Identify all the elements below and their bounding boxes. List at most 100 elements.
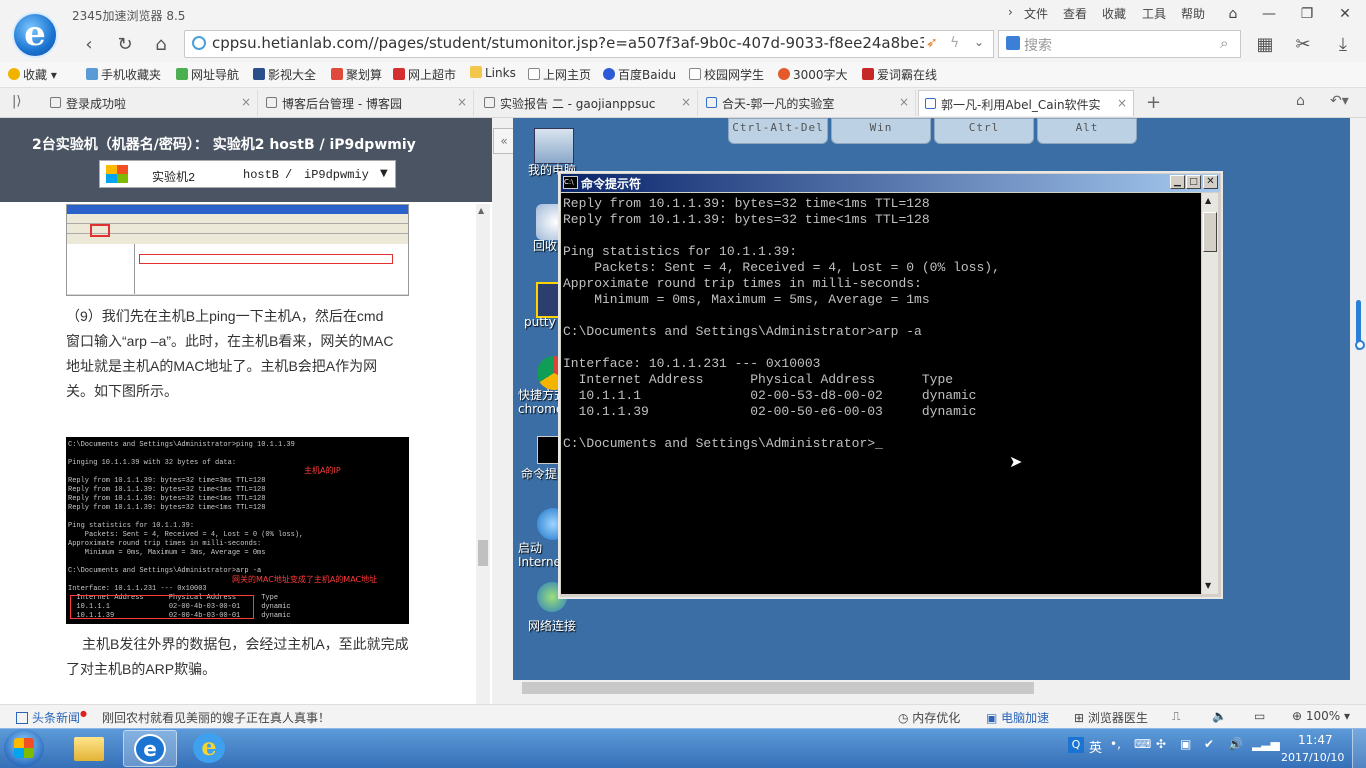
- network-tray-icon[interactable]: ▂▃▅: [1252, 737, 1280, 751]
- cmd-scroll-down-icon[interactable]: ▼: [1205, 581, 1211, 590]
- bookmark-favorites[interactable]: 收藏 ▾: [8, 66, 57, 83]
- apps-grid-icon[interactable]: ▦: [1252, 32, 1278, 58]
- windows-start-icon: [14, 738, 34, 758]
- bookmark-item[interactable]: 上网主页: [528, 66, 591, 83]
- zoom-icon: ⊕: [1292, 709, 1306, 723]
- tool-icon[interactable]: ✣: [1156, 737, 1166, 751]
- collapse-left-button[interactable]: «: [493, 128, 515, 154]
- undo-close-icon[interactable]: ↶▾: [1330, 93, 1349, 109]
- pc-speedup[interactable]: ▣ 电脑加速: [986, 709, 1049, 726]
- bookmark-item[interactable]: 爱词霸在线: [862, 66, 937, 83]
- bookmark-item[interactable]: 影视大全: [253, 66, 316, 83]
- search-input[interactable]: 搜索: [1024, 35, 1052, 55]
- keyboard-icon[interactable]: ⌨: [1134, 737, 1151, 751]
- clock-date[interactable]: 2017/10/10: [1281, 751, 1344, 764]
- chevron-down-icon[interactable]: ▼: [380, 168, 388, 179]
- alt-key[interactable]: Alt: [1037, 118, 1137, 144]
- home-icon[interactable]: ⌂: [148, 32, 174, 58]
- ctrl-key[interactable]: Ctrl: [934, 118, 1034, 144]
- restore-button[interactable]: ❐: [1294, 4, 1320, 24]
- menu-file[interactable]: 文件: [1024, 5, 1048, 22]
- left-scrollbar-thumb[interactable]: [478, 540, 488, 566]
- bookmark-icon: [778, 68, 790, 80]
- close-tab-icon[interactable]: ×: [1117, 96, 1127, 110]
- rocket-icon[interactable]: ➶: [926, 35, 938, 51]
- ime-punct-icon[interactable]: •,: [1110, 737, 1121, 751]
- cmd-scroll-up-icon[interactable]: ▲: [1205, 196, 1211, 205]
- tab-home-icon[interactable]: ⌂: [1296, 93, 1305, 109]
- volume-tray-icon[interactable]: 🔊: [1228, 737, 1243, 751]
- bookmark-item[interactable]: 校园网学生: [689, 66, 764, 83]
- taskbar-2345-browser[interactable]: e: [123, 730, 177, 767]
- scroll-up-icon[interactable]: ▲: [478, 206, 484, 215]
- bookmark-item[interactable]: 网址导航: [176, 66, 239, 83]
- zoom-control[interactable]: ⊕ 100% ▾: [1292, 709, 1350, 723]
- scissors-icon[interactable]: ✂: [1290, 32, 1316, 58]
- url-dropdown-icon[interactable]: ⌄: [974, 35, 984, 49]
- news-label[interactable]: 头条新闻●: [16, 709, 87, 726]
- close-tab-icon[interactable]: ×: [241, 95, 251, 109]
- menu-help[interactable]: 帮助: [1181, 5, 1205, 22]
- menu-favorites[interactable]: 收藏: [1102, 5, 1126, 22]
- bookmark-item[interactable]: Links: [470, 66, 516, 80]
- refresh-icon[interactable]: ↻: [112, 32, 138, 58]
- new-tab-icon[interactable]: +: [1146, 92, 1161, 113]
- speedup-icon: ▣: [986, 711, 1002, 725]
- bookmark-item[interactable]: 手机收藏夹: [86, 66, 161, 83]
- cmd-scrollbar-thumb[interactable]: [1203, 212, 1217, 252]
- close-button[interactable]: ✕: [1332, 4, 1358, 24]
- search-engine-icon[interactable]: [1006, 36, 1020, 50]
- my-computer-icon[interactable]: [534, 128, 574, 164]
- win-key[interactable]: Win: [831, 118, 931, 144]
- cmd-titlebar[interactable]: [561, 174, 1220, 192]
- news-headline[interactable]: 刚回农村就看见美丽的嫂子正在真人真事！: [102, 709, 330, 726]
- cmd-line: [563, 340, 1000, 356]
- vm-horizontal-thumb[interactable]: [522, 682, 1034, 694]
- show-desktop-button[interactable]: [1352, 729, 1366, 768]
- memory-optimize[interactable]: ◷ 内存优化: [898, 709, 960, 726]
- tray-icon[interactable]: ▣: [1180, 737, 1191, 751]
- menu-view[interactable]: 查看: [1063, 5, 1087, 22]
- volume-icon[interactable]: 🔈: [1212, 709, 1227, 723]
- left-scrollbar[interactable]: [476, 204, 490, 704]
- sidebar-toggle-icon[interactable]: |⟩: [12, 94, 21, 109]
- browser-doctor[interactable]: ⊞ 浏览器医生: [1074, 709, 1148, 726]
- minimize-button[interactable]: —: [1256, 4, 1282, 24]
- menu-tools[interactable]: 工具: [1142, 5, 1166, 22]
- bookmark-item[interactable]: 聚划算: [331, 66, 382, 83]
- desktop-label: putty: [524, 315, 556, 329]
- tab-blog-admin[interactable]: 博客后台管理 - 博客园 ×: [260, 90, 474, 116]
- menu-chevron-icon[interactable]: ›: [1008, 5, 1013, 19]
- tab-report[interactable]: 实验报告 二 - gaojianppsuc ×: [478, 90, 698, 116]
- search-icon[interactable]: ⌕: [1220, 34, 1228, 52]
- clock-time[interactable]: 11:47: [1298, 733, 1333, 747]
- download-icon[interactable]: ⤓: [1330, 32, 1356, 58]
- bookmark-item[interactable]: 百度Baidu: [603, 66, 676, 83]
- bookmark-item[interactable]: 3000字大: [778, 66, 848, 83]
- cmd-line: [563, 308, 1000, 324]
- security-tray-icon[interactable]: ✔: [1204, 737, 1214, 751]
- cmd-close-button[interactable]: ✕: [1203, 175, 1218, 189]
- cmd-maximize-button[interactable]: □: [1186, 175, 1201, 189]
- skin-icon[interactable]: ⌂: [1220, 4, 1246, 24]
- cmd-scrollbar[interactable]: [1202, 193, 1218, 594]
- proxy-icon[interactable]: ⎍: [1172, 709, 1180, 724]
- tab-lab[interactable]: 合天-郭一凡的实验室 ×: [700, 90, 916, 116]
- close-tab-icon[interactable]: ×: [681, 95, 691, 109]
- ctrl-alt-del-key[interactable]: Ctrl-Alt-Del: [728, 118, 828, 144]
- taskbar-ie[interactable]: e: [183, 730, 237, 767]
- ime-language[interactable]: 英: [1089, 737, 1102, 756]
- url-text[interactable]: cppsu.hetianlab.com//pages/student/stumo…: [212, 34, 938, 52]
- back-icon[interactable]: ‹: [76, 32, 102, 58]
- tab-login[interactable]: 登录成功啦 ×: [44, 90, 258, 116]
- taskbar-explorer[interactable]: [62, 730, 116, 767]
- vm-vertical-scrollbar[interactable]: [1350, 118, 1366, 680]
- ime-q-icon[interactable]: Q: [1068, 737, 1084, 753]
- tab-active-abel-cain[interactable]: 郭一凡-利用Abel_Cain软件实 ×: [918, 90, 1134, 116]
- cmd-minimize-button[interactable]: ▁: [1170, 175, 1185, 189]
- close-tab-icon[interactable]: ×: [899, 95, 909, 109]
- flash-icon[interactable]: ϟ: [950, 35, 959, 51]
- close-tab-icon[interactable]: ×: [457, 95, 467, 109]
- screenshot-icon[interactable]: ▭: [1254, 709, 1265, 723]
- bookmark-item[interactable]: 网上超市: [393, 66, 456, 83]
